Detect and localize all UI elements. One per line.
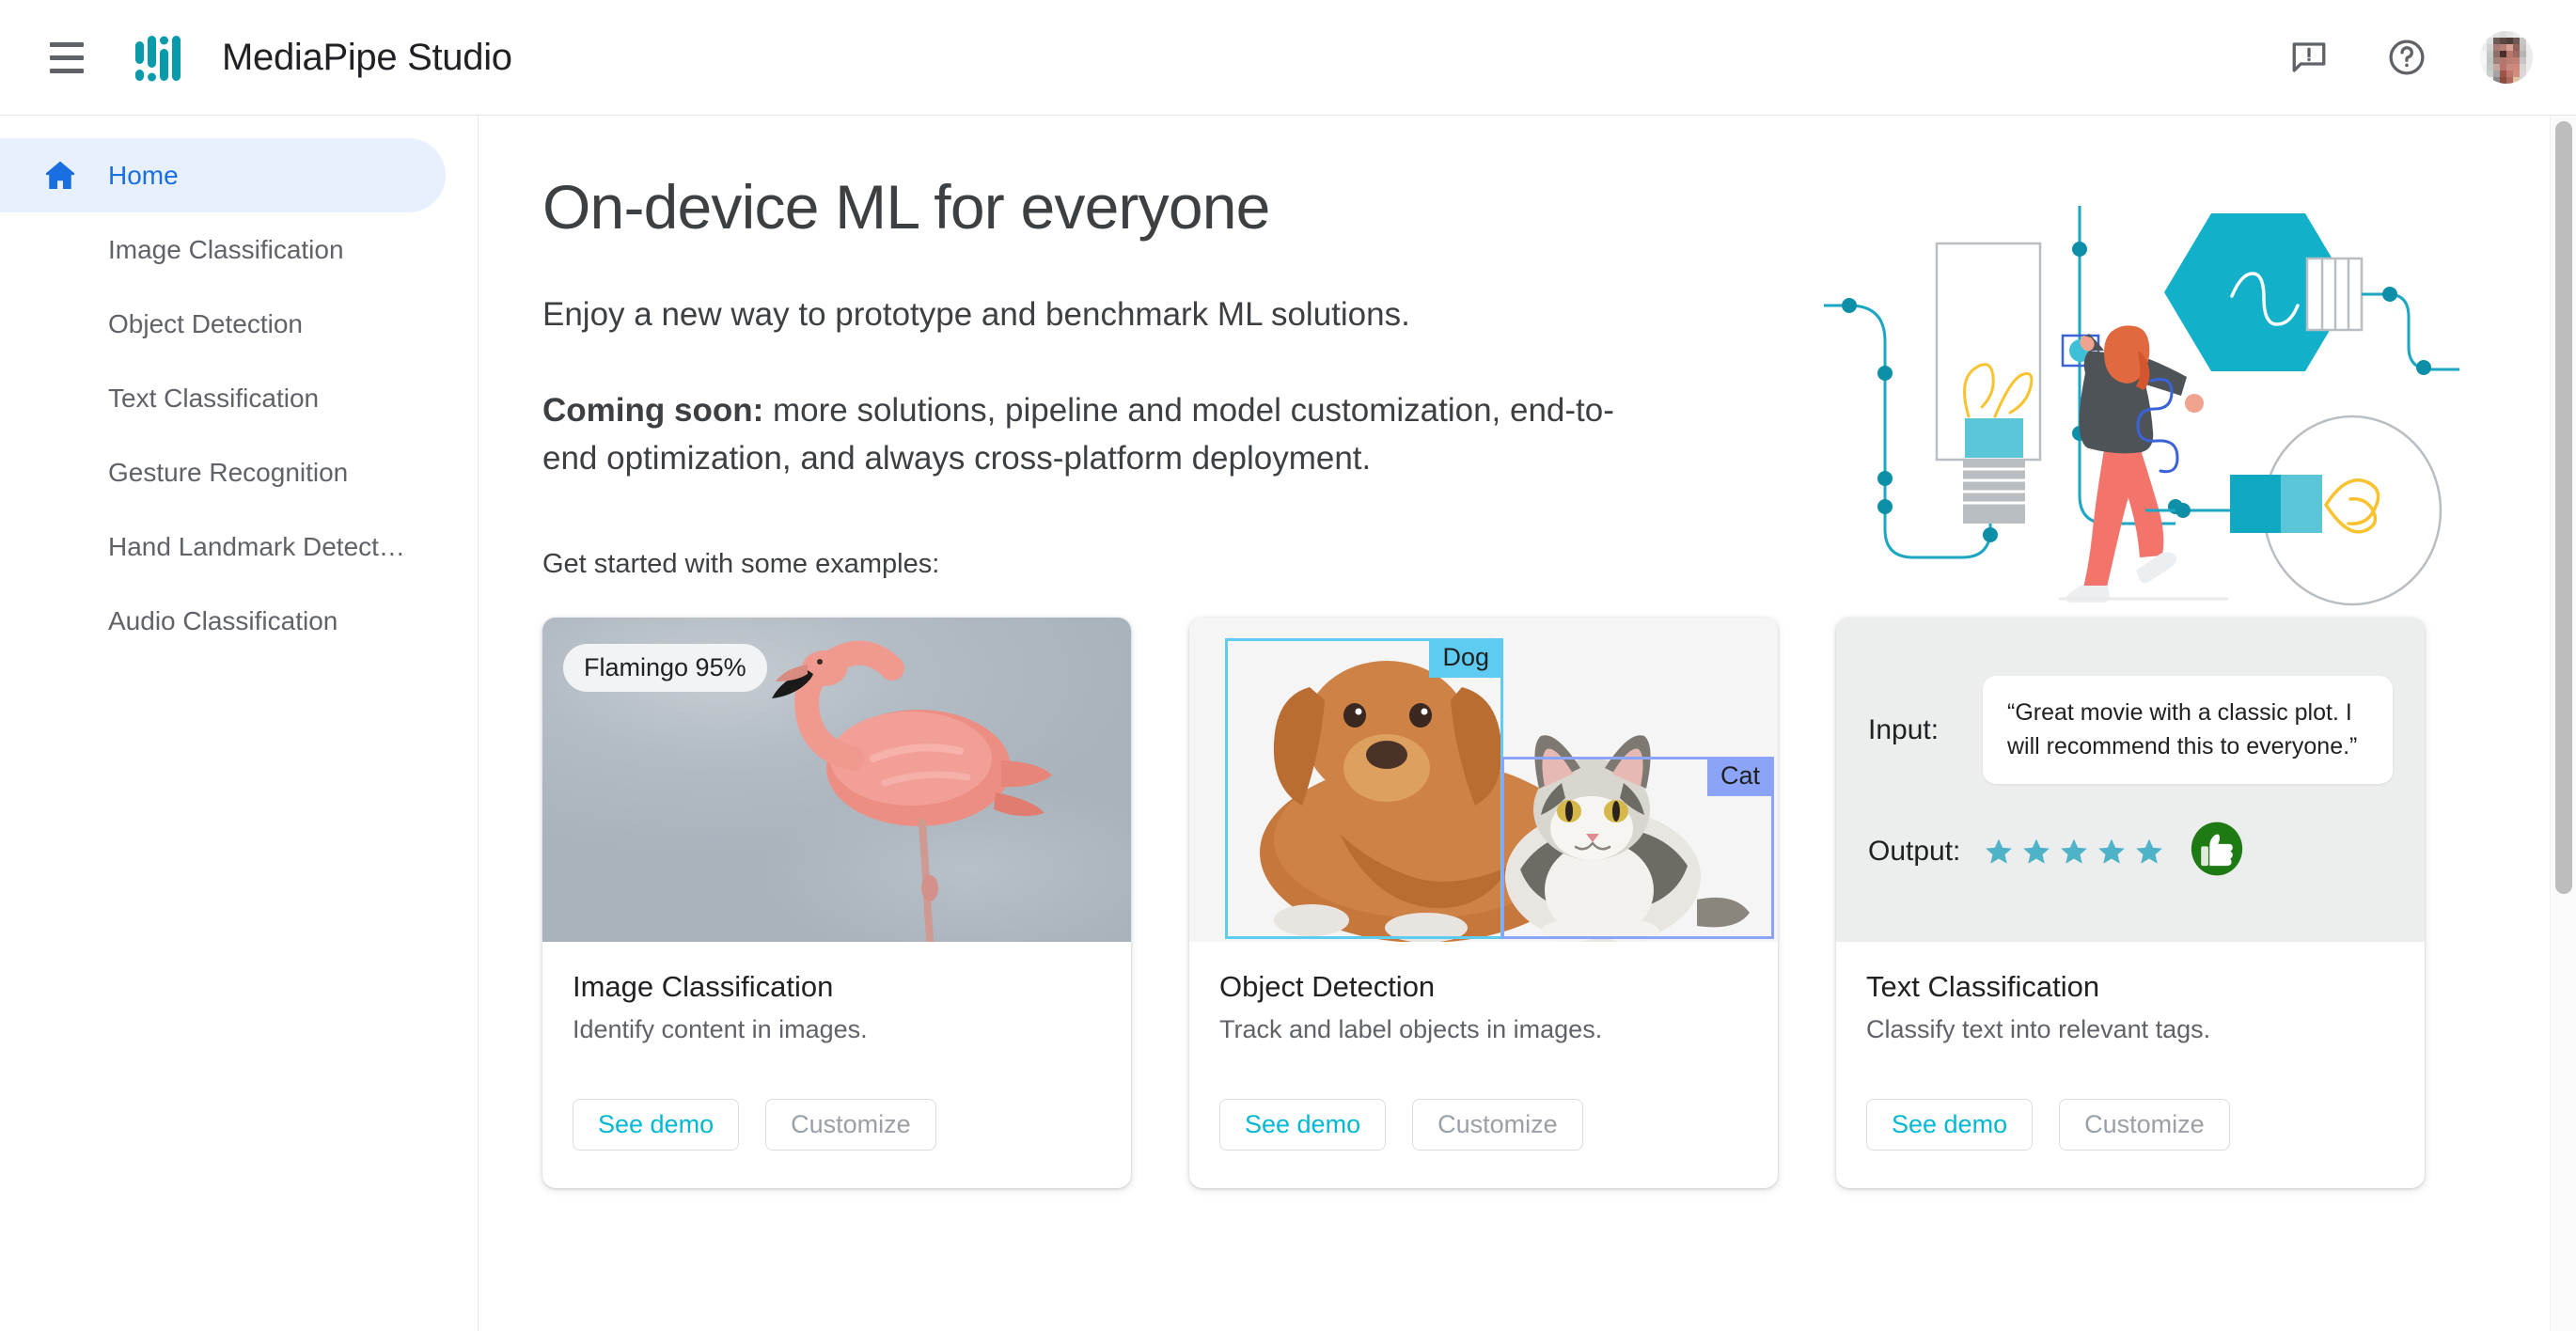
see-demo-button[interactable]: See demo [1866, 1098, 2034, 1151]
detection-box-cat: Cat [1501, 756, 1774, 939]
star-icon [2023, 838, 2050, 864]
card-actions: See demo Customize [542, 1044, 1131, 1188]
sidebar: Home Image Classification Object Detecti… [0, 116, 479, 1331]
sidebar-item-hand-landmark-detection[interactable]: Hand Landmark Detect… [0, 509, 446, 584]
star-icon [2136, 838, 2162, 864]
sidebar-item-object-detection[interactable]: Object Detection [0, 287, 446, 361]
header-actions [2285, 31, 2542, 84]
home-icon [38, 156, 83, 196]
input-label: Input: [1868, 713, 1940, 745]
customize-button[interactable]: Customize [2059, 1098, 2230, 1151]
card-body: Text Classification Classify text into r… [1836, 942, 2425, 1044]
scrollbar-thumb[interactable] [2555, 121, 2572, 894]
detection-box-dog: Dog [1225, 637, 1503, 939]
sidebar-item-image-classification[interactable]: Image Classification [0, 212, 446, 287]
sidebar-item-label: Audio Classification [108, 605, 338, 635]
main-content: On-device ML for everyone Enjoy a new wa… [479, 116, 2576, 1331]
sidebar-item-label: Home [108, 160, 179, 190]
help-icon[interactable] [2382, 33, 2431, 82]
sidebar-item-label: Text Classification [108, 383, 320, 413]
hamburger-menu-icon[interactable] [39, 30, 94, 85]
mediapipe-logo-icon [134, 32, 186, 83]
sidebar-item-label: Hand Landmark Detect… [108, 531, 405, 561]
card-body: Object Detection Track and label objects… [1189, 942, 1778, 1044]
sidebar-item-text-classification[interactable]: Text Classification [0, 361, 446, 435]
card-description: Track and label objects in images. [1219, 1014, 1603, 1043]
user-avatar[interactable] [2480, 31, 2533, 84]
brand[interactable]: MediaPipe Studio [134, 32, 512, 83]
coming-soon-label: Coming soon: [542, 392, 764, 430]
star-icon [2061, 838, 2087, 864]
card-object-detection[interactable]: Dog Cat Object Detection Track and label… [1189, 617, 1778, 1188]
card-body: Image Classification Identify content in… [542, 942, 1131, 1044]
card-media-dog-cat: Dog Cat [1189, 617, 1778, 942]
feedback-icon[interactable] [2285, 33, 2333, 82]
hero-lead: Enjoy a new way to prototype and benchma… [542, 295, 1410, 333]
detection-label-cat: Cat [1706, 757, 1773, 797]
app-body: Home Image Classification Object Detecti… [0, 116, 2576, 1331]
card-title: Text Classification [1866, 969, 2100, 1003]
card-description: Classify text into relevant tags. [1866, 1014, 2211, 1043]
app-root: MediaPipe Studio Home Image Classificati… [0, 0, 2576, 1331]
star-icon [1986, 838, 2012, 864]
hero-illustration [1807, 185, 2465, 608]
sidebar-item-gesture-recognition[interactable]: Gesture Recognition [0, 435, 446, 509]
see-demo-button[interactable]: See demo [1219, 1098, 1387, 1151]
star-icon [2098, 838, 2125, 864]
customize-button[interactable]: Customize [1412, 1098, 1583, 1151]
card-image-classification[interactable]: Flamingo 95% Image Classification Identi… [542, 617, 1131, 1188]
page-title: On-device ML for everyone [542, 172, 1270, 242]
card-text-classification[interactable]: Input: “Great movie with a classic plot.… [1836, 617, 2425, 1188]
card-actions: See demo Customize [1836, 1044, 2425, 1188]
star-rating [1983, 836, 2165, 868]
card-description: Identify content in images. [573, 1014, 868, 1043]
output-label: Output: [1868, 835, 1961, 867]
input-text: “Great movie with a classic plot. I will… [1983, 676, 2393, 785]
classification-badge: Flamingo 95% [563, 643, 767, 692]
sidebar-item-audio-classification[interactable]: Audio Classification [0, 584, 446, 658]
card-title: Image Classification [573, 969, 834, 1003]
examples-label: Get started with some examples: [542, 548, 940, 579]
card-title: Object Detection [1219, 969, 1436, 1003]
see-demo-button[interactable]: See demo [573, 1098, 740, 1151]
card-media-flamingo: Flamingo 95% [542, 617, 1131, 942]
sentiment-panel: Input: “Great movie with a classic plot.… [1836, 617, 2425, 942]
sidebar-item-home[interactable]: Home [0, 138, 446, 212]
coming-soon-paragraph: Coming soon: more solutions, pipeline an… [542, 387, 1642, 483]
example-cards: Flamingo 95% Image Classification Identi… [542, 617, 2576, 1188]
sidebar-item-label: Image Classification [108, 234, 344, 264]
card-actions: See demo Customize [1189, 1044, 1778, 1188]
page-scrollbar[interactable] [2550, 116, 2576, 1331]
customize-button[interactable]: Customize [765, 1098, 936, 1151]
sidebar-item-label: Object Detection [108, 308, 303, 338]
sidebar-item-label: Gesture Recognition [108, 457, 349, 487]
detection-label-dog: Dog [1429, 638, 1502, 679]
output-row: Output: [1868, 820, 2393, 883]
app-header: MediaPipe Studio [0, 0, 2576, 116]
input-row: Input: “Great movie with a classic plot.… [1868, 676, 2393, 785]
app-title: MediaPipe Studio [222, 36, 512, 78]
card-media-text-sentiment: Input: “Great movie with a classic plot.… [1836, 617, 2425, 942]
hero-section: On-device ML for everyone Enjoy a new wa… [542, 172, 2576, 606]
thumbs-up-icon [2188, 820, 2246, 883]
